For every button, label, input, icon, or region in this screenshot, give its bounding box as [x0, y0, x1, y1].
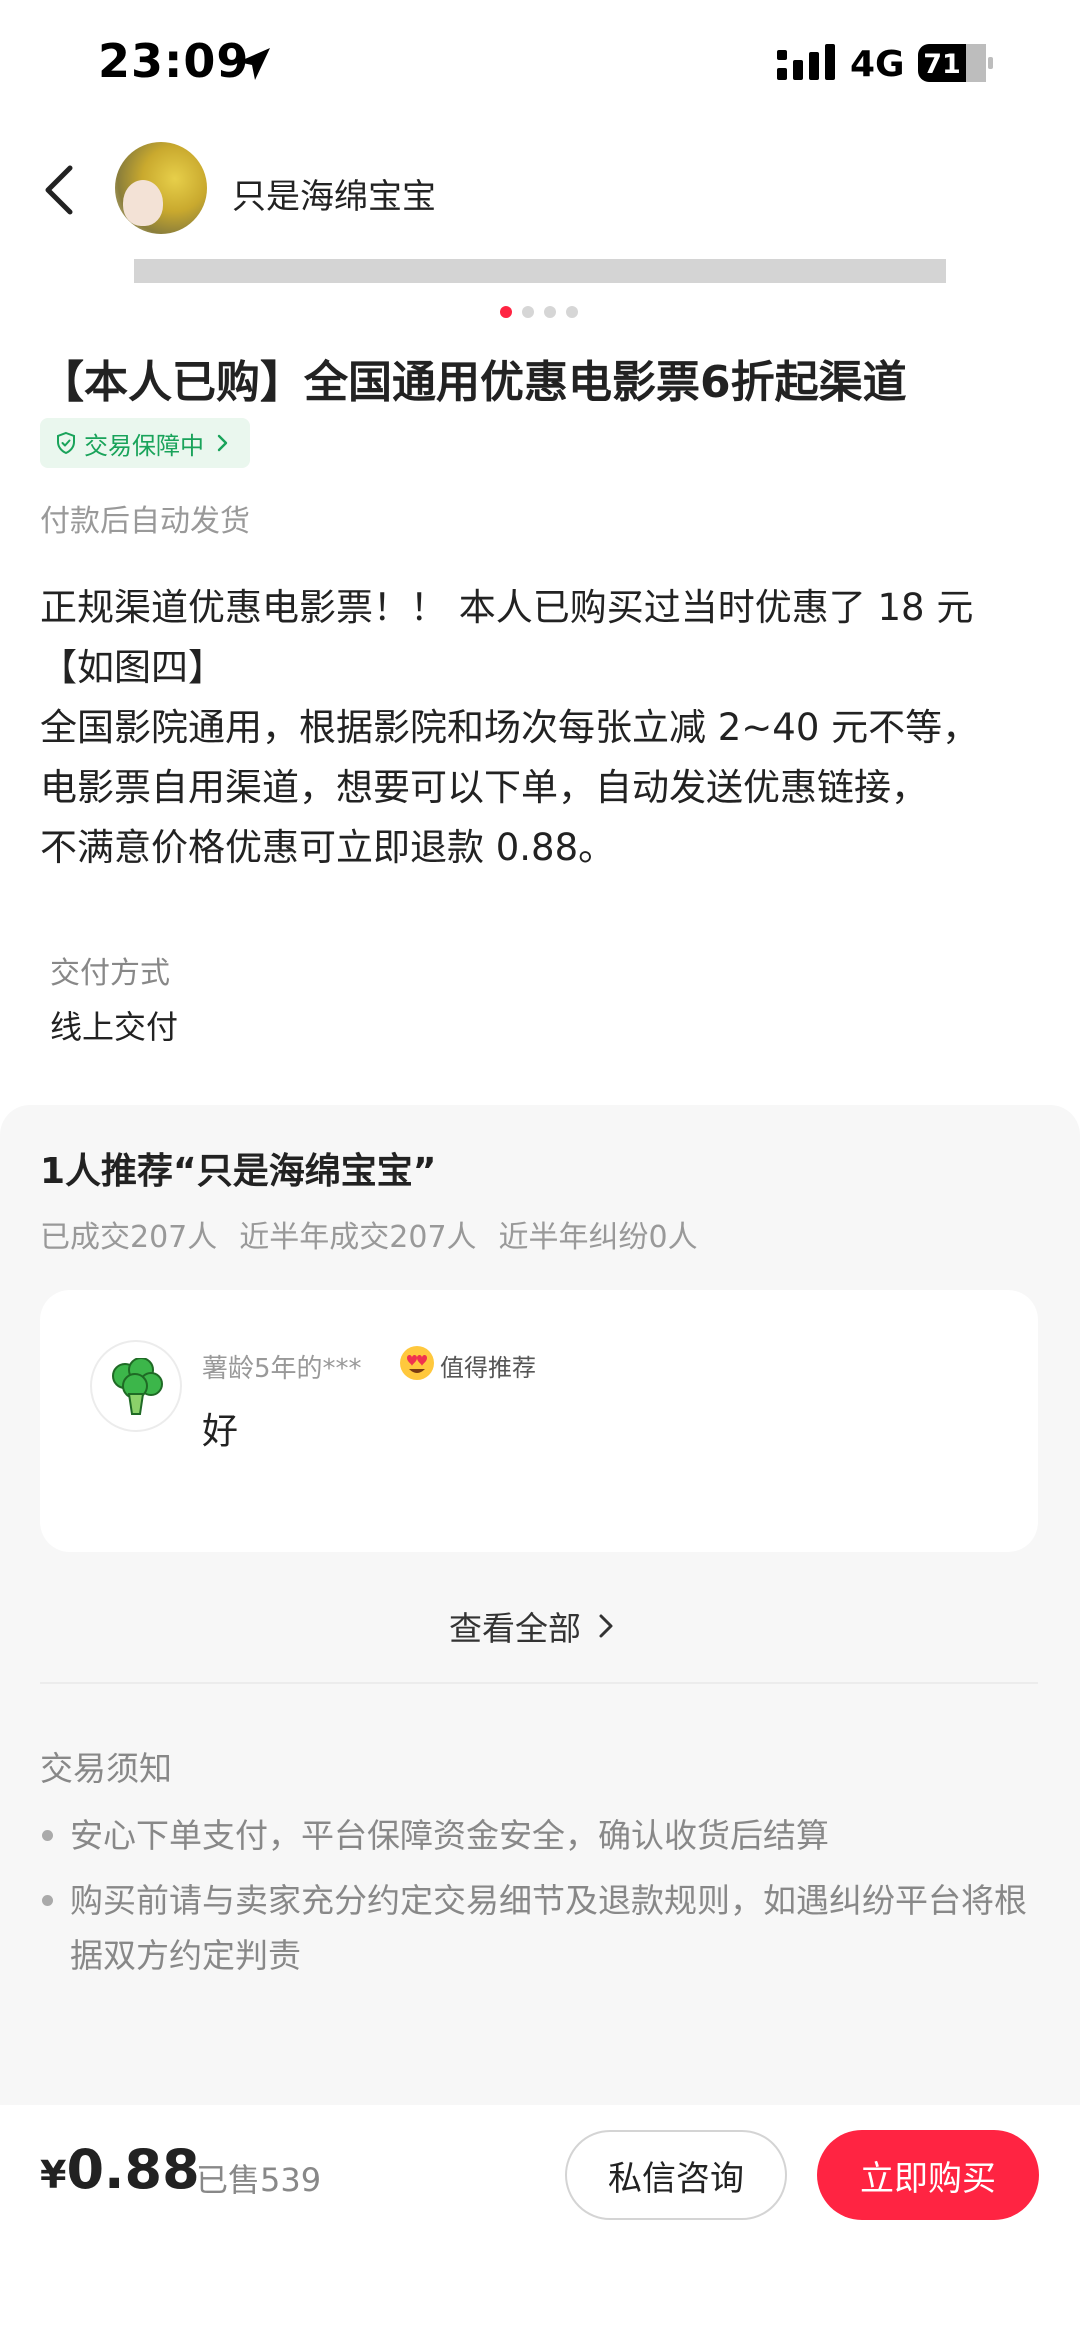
trade-notice-list: 安心下单支付，平台保障资金安全，确认收货后结算 购买前请与卖家充分约定交易细节及… [40, 1808, 1040, 1993]
trade-notice-title: 交易须知 [40, 1749, 172, 1788]
battery-icon: 71 [918, 44, 993, 82]
view-all-button[interactable]: 查看全部 [449, 1602, 617, 1650]
seller-stats: 已成交207人 近半年成交207人 近半年纠纷0人 [40, 1212, 698, 1256]
gallery-dot [566, 306, 578, 318]
recommendation-title: 1人推荐“只是海绵宝宝” [40, 1151, 437, 1192]
status-bar: 23:09 4G 71 [0, 0, 1080, 120]
notice-item: 购买前请与卖家充分约定交易细节及退款规则，如遇纠纷平台将根据双方约定判责 [40, 1873, 1040, 1983]
battery-level: 71 [923, 49, 961, 80]
chevron-right-icon [599, 1614, 613, 1638]
seller-name[interactable]: 只是海绵宝宝 [232, 169, 436, 218]
signal-icon [777, 44, 835, 80]
buy-now-button[interactable]: 立即购买 [817, 2130, 1039, 2220]
back-arrow-icon[interactable] [40, 160, 80, 220]
product-description: 正规渠道优惠电影票！！ 本人已购买过当时优惠了 18 元 【如图四】 全国影院通… [40, 578, 1050, 878]
delivery-method-value: 线上交付 [50, 1008, 179, 1046]
status-time: 23:09 [98, 34, 250, 88]
delivery-method-label: 交付方式 [50, 956, 170, 991]
location-arrow-icon [238, 48, 270, 80]
sold-count: 已售539 [196, 2161, 322, 2199]
description-line: 全国影院通用，根据影院和场次每张立减 2~40 元不等， [40, 706, 980, 749]
notice-item: 安心下单支付，平台保障资金安全，确认收货后结算 [40, 1808, 1040, 1863]
review-card[interactable]: 薯龄5年的*** 值得推荐 好 [40, 1290, 1038, 1552]
price: ¥0.88 [40, 2138, 200, 2201]
gallery-dots [500, 306, 578, 318]
view-all-label: 查看全部 [449, 1609, 581, 1648]
section-divider [40, 1682, 1038, 1684]
price-amount: 0.88 [66, 2138, 200, 2201]
chevron-right-icon [217, 434, 228, 452]
gallery-dot [522, 306, 534, 318]
gallery-dot [500, 306, 512, 318]
seller-avatar[interactable] [115, 142, 207, 234]
reviewer-name: 薯龄5年的*** [202, 1354, 362, 1384]
review-text: 好 [202, 1411, 239, 1452]
product-detail-page: 23:09 4G 71 只是海绵宝宝 【本人已购】全国通用优惠电影票6折起渠道 … [0, 0, 1080, 2337]
message-seller-button[interactable]: 私信咨询 [565, 2130, 787, 2220]
review-tag: 值得推荐 [440, 1354, 536, 1382]
stat-total-deals: 已成交207人 [40, 1220, 218, 1255]
gallery-dot [544, 306, 556, 318]
product-title: 【本人已购】全国通用优惠电影票6折起渠道 [40, 357, 907, 408]
stat-disputes: 近半年纠纷0人 [498, 1220, 698, 1255]
stat-half-year-deals: 近半年成交207人 [239, 1220, 477, 1255]
network-type: 4G [850, 44, 905, 85]
description-line: 【如图四】 [40, 646, 225, 689]
guarantee-badge-label: 交易保障中 [84, 431, 204, 460]
description-line: 正规渠道优惠电影票！！ 本人已购买过当时优惠了 18 元 [40, 586, 974, 629]
price-currency: ¥ [40, 2153, 67, 2197]
broccoli-icon [112, 1358, 163, 1415]
reviewer-avatar [90, 1340, 182, 1432]
product-image-strip[interactable] [134, 259, 946, 283]
heart-eyes-emoji-icon [400, 1346, 434, 1380]
description-line: 不满意价格优惠可立即退款 0.88。 [40, 826, 616, 869]
description-line: 电影票自用渠道，想要可以下单，自动发送优惠链接， [40, 766, 928, 809]
guarantee-badge[interactable]: 交易保障中 [40, 418, 250, 468]
shield-check-icon [57, 431, 75, 455]
auto-delivery-note: 付款后自动发货 [40, 504, 250, 539]
avatar-face [123, 180, 163, 226]
